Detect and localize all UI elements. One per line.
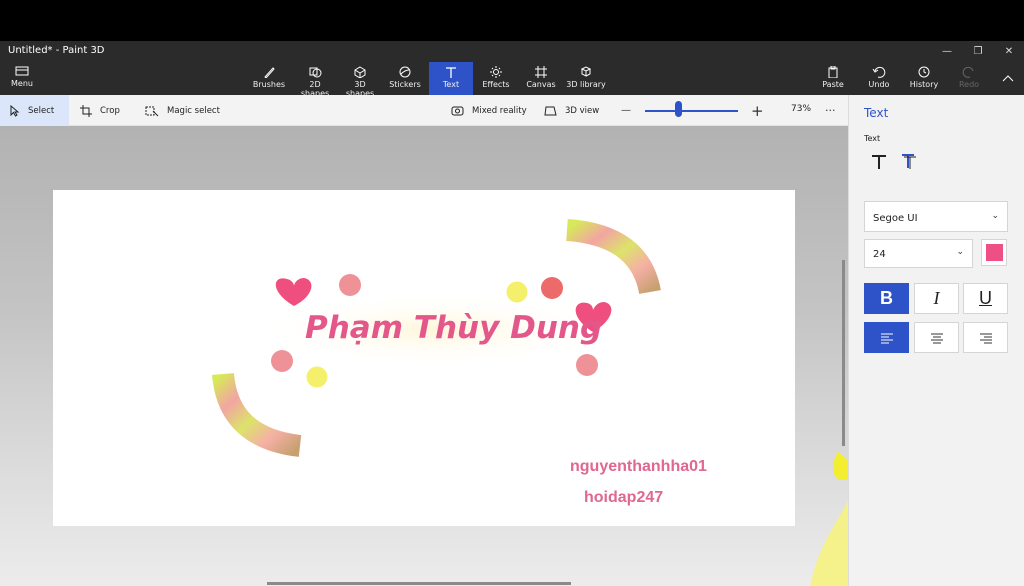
collapse-ribbon-button[interactable] [996,62,1020,95]
3d-view-label: 3D view [565,105,600,116]
horizontal-scrollbar[interactable] [267,582,571,585]
zoom-slider-track[interactable] [645,110,738,112]
menu-label: Menu [11,79,33,88]
history-icon [918,66,930,78]
tool-text[interactable]: Text [429,62,473,95]
cube-icon [354,66,366,78]
sun-icon [490,66,502,78]
history-label: History [909,80,939,89]
tool-label: Effects [482,80,510,89]
tool-canvas[interactable]: Canvas [525,62,557,95]
tool-effects[interactable]: Effects [480,62,512,95]
align-right-icon [979,333,992,344]
zoom-out-button[interactable]: — [621,95,631,126]
redo-button[interactable]: Redo [954,62,984,95]
top-letterbox [0,0,1024,41]
text-panel: Text Text Segoe UI ⌄ 24 ⌄ B I U [848,95,1024,586]
restore-button[interactable]: ❐ [963,43,993,60]
tool-3d-shapes[interactable]: 3D shapes [340,62,380,98]
vertical-scrollbar[interactable] [842,260,845,446]
font-size-value: 24 [873,249,886,260]
tool-label: Text [442,80,460,89]
canvas-icon [535,66,547,78]
tool-label: 3D library [566,80,606,89]
ribbon: Menu Brushes 2D shapes 3D shapes Sticker… [0,62,1024,98]
redo-icon [962,66,974,78]
close-button[interactable]: ✕ [994,43,1024,60]
crop-label: Crop [100,105,120,116]
panel-title: Text [864,106,889,120]
chevron-down-icon: ⌄ [956,247,964,257]
color-swatch-fill [986,244,1003,261]
undo-button[interactable]: Undo [864,62,894,95]
mixed-reality-label: Mixed reality [472,105,527,116]
align-left-button[interactable] [864,322,909,353]
font-family-value: Segoe UI [873,213,918,224]
shapes-2d-icon [309,67,322,78]
paste-label: Paste [822,80,844,89]
tool-2d-shapes[interactable]: 2D shapes [294,62,336,98]
3d-view-button[interactable]: 3D view [544,95,599,126]
align-right-button[interactable] [963,322,1008,353]
sticker-icon [399,66,411,78]
panel-subtitle: Text [864,134,881,143]
tool-label: Canvas [526,80,556,89]
brush-icon [264,67,275,78]
minimize-button[interactable]: — [932,43,962,60]
undo-icon [872,66,886,78]
font-family-dropdown[interactable]: Segoe UI ⌄ [864,201,1008,232]
select-label: Select [28,105,55,116]
bold-button[interactable]: B [864,283,909,314]
text-color-picker[interactable] [981,239,1007,266]
align-center-icon [930,333,943,344]
zoom-percentage[interactable]: 73% [791,104,811,114]
canvas-main-text[interactable]: Phạm Thùy Dung [305,310,602,346]
workspace [0,126,848,586]
align-center-button[interactable] [914,322,959,353]
italic-button[interactable]: I [914,283,959,314]
underline-button[interactable]: U [963,283,1008,314]
library-icon [580,66,592,77]
window-title: Untitled* - Paint 3D [8,45,105,56]
tool-3d-library[interactable]: 3D library [566,62,606,95]
3d-text-icon[interactable] [900,153,918,170]
tool-label: Brushes [252,80,286,89]
2d-text-icon[interactable] [871,154,887,170]
menu-button[interactable]: Menu [2,62,42,95]
mixed-reality-icon [451,106,464,115]
font-size-dropdown[interactable]: 24 ⌄ [864,239,973,268]
align-left-icon [880,333,893,344]
canvas-text-nguyenthanhha01[interactable]: nguyenthanhha01 [570,458,707,476]
zoom-slider-thumb[interactable] [674,101,682,117]
canvas-text-hoidap247[interactable]: hoidap247 [584,489,663,507]
title-bar: Untitled* - Paint 3D — ❐ ✕ [0,41,1024,62]
mixed-reality-button[interactable]: Mixed reality [451,95,527,126]
text-icon [446,67,456,78]
zoom-in-button[interactable]: + [751,95,764,126]
redo-label: Redo [958,80,980,89]
tool-label: Stickers [389,80,421,89]
crop-icon [80,104,92,117]
magic-select-label: Magic select [167,105,220,116]
more-options-button[interactable]: ··· [825,95,836,126]
chevron-down-icon: ⌄ [991,211,999,221]
undo-label: Undo [868,80,890,89]
crop-button[interactable]: Crop [80,95,120,126]
magic-select-icon [145,106,159,116]
tool-options-bar: Select Crop Magic select Mixed reality 3… [0,95,848,126]
paste-button[interactable]: Paste [818,62,848,95]
history-button[interactable]: History [907,62,941,95]
tool-stickers[interactable]: Stickers [388,62,422,95]
chevron-up-icon [1002,75,1014,82]
3d-view-icon [544,106,557,115]
cursor-icon [10,104,20,117]
menu-icon [15,66,29,76]
select-button[interactable]: Select [0,95,69,126]
magic-select-button[interactable]: Magic select [145,95,220,126]
clipboard-icon [828,66,838,78]
tool-brushes[interactable]: Brushes [250,62,288,95]
